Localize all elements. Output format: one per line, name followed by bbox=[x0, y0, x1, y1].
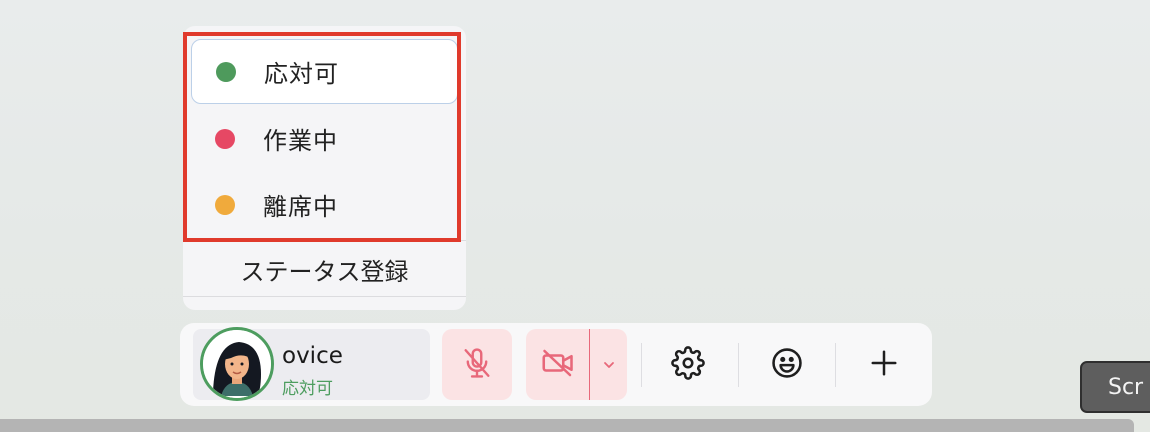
settings-button[interactable] bbox=[664, 341, 712, 389]
chevron-down-icon bbox=[602, 355, 616, 374]
status-menu: 応対可 作業中 離席中 ステータス登録 bbox=[183, 26, 466, 310]
toolbar-divider bbox=[835, 343, 836, 387]
user-profile-button[interactable]: ovice 応対可 bbox=[193, 327, 430, 401]
horizontal-scrollbar[interactable] bbox=[0, 419, 1134, 432]
camera-options-button[interactable] bbox=[590, 329, 627, 400]
plus-icon bbox=[869, 348, 899, 382]
toolbar-divider bbox=[738, 343, 739, 387]
status-option-busy[interactable]: 作業中 bbox=[191, 106, 458, 171]
camera-off-icon bbox=[540, 345, 576, 385]
user-status: 応対可 bbox=[282, 379, 333, 399]
register-status-item[interactable]: ステータス登録 bbox=[183, 246, 466, 292]
camera-toggle-button[interactable] bbox=[526, 329, 589, 400]
user-avatar-icon bbox=[200, 327, 274, 401]
username: ovice bbox=[282, 343, 343, 369]
add-button[interactable] bbox=[860, 341, 908, 389]
smiley-icon bbox=[770, 346, 804, 384]
status-option-label: 離席中 bbox=[263, 193, 338, 221]
status-option-available[interactable]: 応対可 bbox=[191, 39, 458, 104]
screen-button[interactable]: Scr bbox=[1080, 361, 1150, 413]
status-option-label: 作業中 bbox=[263, 127, 338, 155]
status-option-away[interactable]: 離席中 bbox=[191, 172, 458, 237]
toolbar-divider bbox=[641, 343, 642, 387]
menu-divider bbox=[183, 296, 466, 297]
reaction-button[interactable] bbox=[763, 341, 811, 389]
status-dot-green bbox=[216, 61, 236, 82]
status-option-label: 応対可 bbox=[264, 60, 339, 88]
status-dot-orange bbox=[215, 194, 235, 215]
gear-icon bbox=[671, 346, 705, 384]
mic-toggle-button[interactable] bbox=[442, 329, 512, 400]
menu-divider bbox=[183, 240, 466, 241]
mic-off-icon bbox=[460, 346, 494, 384]
bottom-toolbar: ovice 応対可 bbox=[180, 323, 932, 406]
status-dot-red bbox=[215, 128, 235, 149]
camera-control-group bbox=[526, 329, 627, 400]
